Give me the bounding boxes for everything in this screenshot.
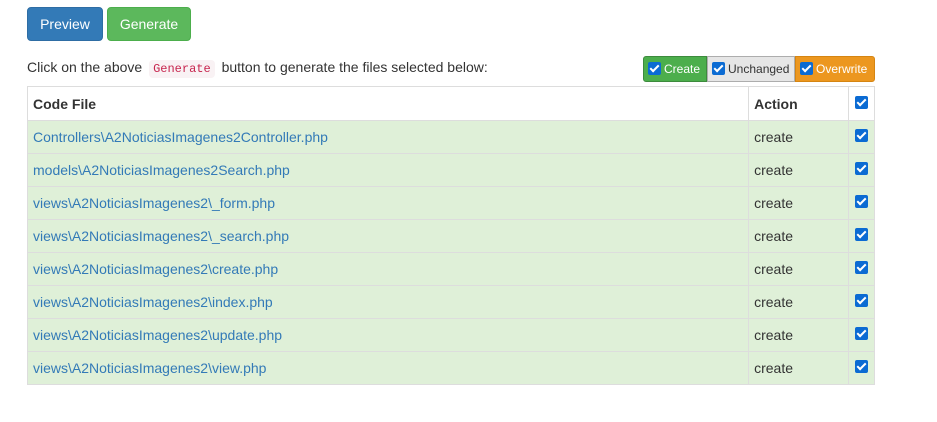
- file-link[interactable]: views\A2NoticiasImagenes2\_form.php: [33, 195, 275, 211]
- legend-unchanged-label: Unchanged: [728, 62, 790, 76]
- file-link[interactable]: views\A2NoticiasImagenes2\update.php: [33, 327, 282, 343]
- header-select-all[interactable]: [848, 86, 875, 121]
- row-action: create: [748, 351, 849, 385]
- file-link[interactable]: Controllers\A2NoticiasImagenes2Controlle…: [33, 129, 328, 145]
- generator-page: Preview Generate Click on the above Gene…: [0, 0, 937, 422]
- file-link[interactable]: views\A2NoticiasImagenes2\_search.php: [33, 228, 289, 244]
- legend-create-label: Create: [664, 62, 701, 76]
- generate-button[interactable]: Generate: [107, 7, 191, 41]
- select-all-checkbox-icon[interactable]: [855, 95, 868, 109]
- row-action: create: [748, 252, 849, 286]
- table-row: views\A2NoticiasImagenes2\_form.php crea…: [26, 186, 875, 220]
- legend-unchanged-checkbox-icon[interactable]: [712, 62, 725, 75]
- row-checkbox-icon[interactable]: [855, 162, 868, 175]
- row-action: create: [748, 120, 849, 154]
- file-link[interactable]: views\A2NoticiasImagenes2\index.php: [33, 294, 273, 310]
- instruction-before: Click on the above: [27, 59, 143, 75]
- instruction-after: button to generate the files selected be…: [221, 59, 488, 75]
- table-row: views\A2NoticiasImagenes2\index.php crea…: [26, 285, 875, 319]
- table-row: Controllers\A2NoticiasImagenes2Controlle…: [26, 120, 875, 154]
- header-code-file: Code File: [26, 86, 750, 121]
- table-row: views\A2NoticiasImagenes2\view.php creat…: [26, 351, 875, 385]
- files-table: Code File Action Controllers\A2NoticiasI…: [26, 86, 875, 385]
- row-checkbox-icon[interactable]: [855, 228, 868, 241]
- instruction-text: Click on the above Generate button to ge…: [27, 58, 488, 78]
- file-link[interactable]: models\A2NoticiasImagenes2Search.php: [33, 162, 290, 178]
- row-action: create: [748, 153, 849, 187]
- row-checkbox-icon[interactable]: [855, 294, 868, 307]
- row-checkbox-icon[interactable]: [855, 327, 868, 340]
- legend-overwrite-label: Overwrite: [816, 62, 868, 76]
- row-action: create: [748, 219, 849, 253]
- table-header-row: Code File Action: [26, 86, 875, 121]
- row-checkbox-icon[interactable]: [855, 360, 868, 373]
- table-row: models\A2NoticiasImagenes2Search.php cre…: [26, 153, 875, 187]
- legend-create-checkbox-icon[interactable]: [648, 62, 661, 75]
- row-action: create: [748, 318, 849, 352]
- row-checkbox-icon[interactable]: [855, 129, 868, 142]
- table-row: views\A2NoticiasImagenes2\update.php cre…: [26, 318, 875, 352]
- table-row: views\A2NoticiasImagenes2\_search.php cr…: [26, 219, 875, 253]
- row-checkbox-icon[interactable]: [855, 195, 868, 208]
- legend-overwrite-toggle[interactable]: Overwrite: [795, 56, 875, 82]
- legend-create-toggle[interactable]: Create: [643, 56, 707, 82]
- instruction-code: Generate: [149, 60, 215, 78]
- header-action: Action: [748, 86, 849, 121]
- legend-overwrite-checkbox-icon[interactable]: [800, 62, 813, 75]
- row-checkbox-icon[interactable]: [855, 261, 868, 274]
- legend-unchanged-toggle[interactable]: Unchanged: [707, 56, 795, 82]
- row-action: create: [748, 285, 849, 319]
- row-action: create: [748, 186, 849, 220]
- file-link[interactable]: views\A2NoticiasImagenes2\create.php: [33, 261, 278, 277]
- table-row: views\A2NoticiasImagenes2\create.php cre…: [26, 252, 875, 286]
- preview-button[interactable]: Preview: [27, 7, 103, 41]
- file-link[interactable]: views\A2NoticiasImagenes2\view.php: [33, 360, 266, 376]
